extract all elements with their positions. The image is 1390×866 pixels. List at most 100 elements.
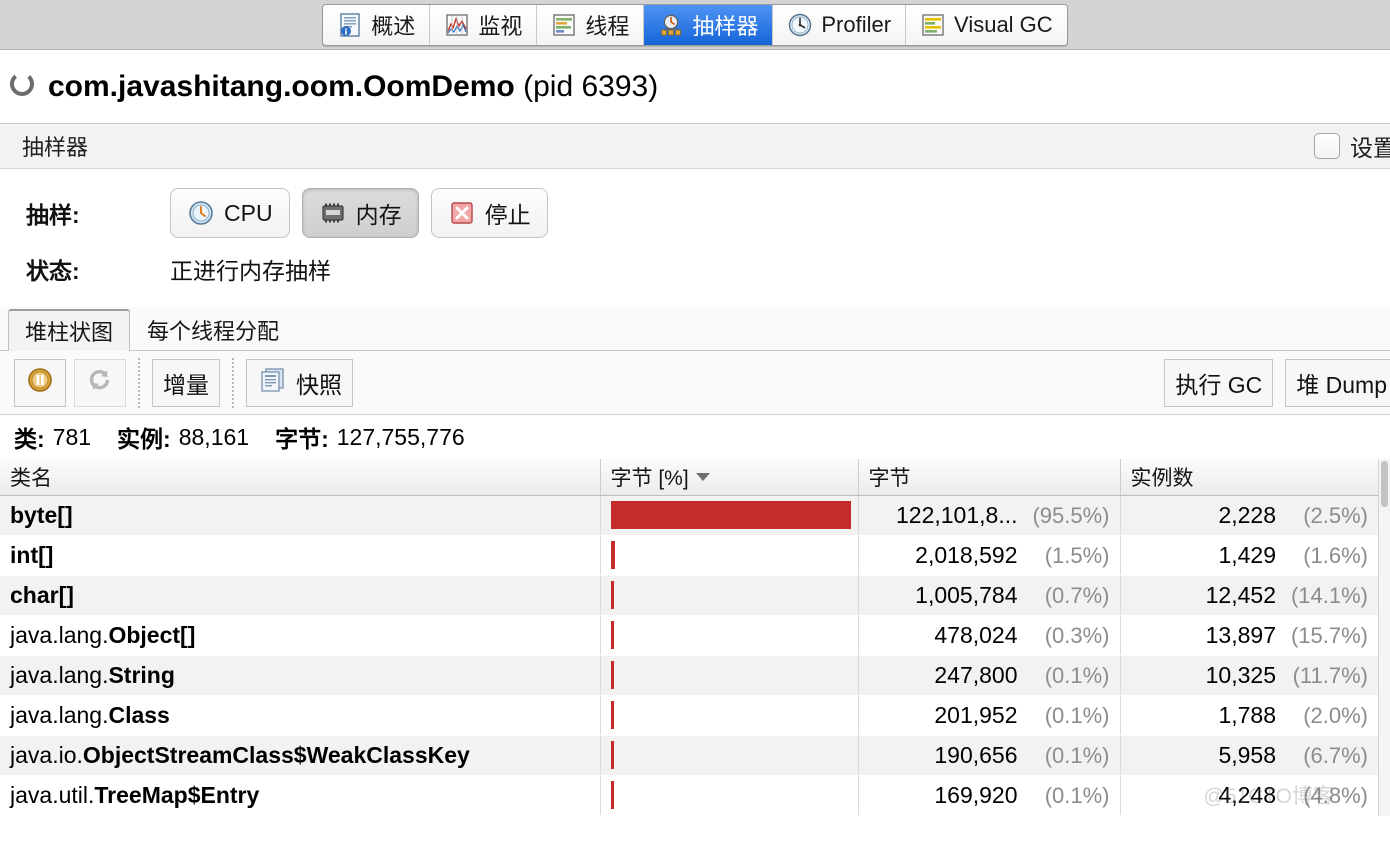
threads-icon bbox=[551, 12, 577, 38]
cell-instances-percent: (15.7%) bbox=[1290, 622, 1368, 648]
cell-instances-percent: (2.0%) bbox=[1303, 702, 1368, 728]
status-row-label: 状态: bbox=[26, 258, 80, 284]
settings-toggle[interactable]: 设置 bbox=[1314, 124, 1390, 168]
percent-bar bbox=[610, 501, 851, 529]
cell-class-name: java.lang.Class bbox=[0, 695, 601, 736]
main-tab-bar: 概述 监视 线程 抽样器 Profiler Visual GC bbox=[0, 0, 1390, 50]
cell-instances-percent: (4.8%) bbox=[1303, 782, 1368, 808]
table-vertical-scrollbar[interactable] bbox=[1378, 459, 1390, 816]
cell-bytes: 190,656 (0.1%) bbox=[858, 735, 1121, 776]
cell-bytes-value: 201,952 bbox=[934, 701, 1018, 728]
percent-bar bbox=[610, 621, 614, 649]
pause-results-button[interactable] bbox=[14, 358, 66, 407]
instances-value: 88,161 bbox=[178, 423, 250, 450]
class-package: java.io. bbox=[10, 741, 83, 768]
cell-bytes: 478,024 (0.3%) bbox=[858, 615, 1121, 656]
clock-icon bbox=[187, 199, 215, 227]
column-label-class-name: 类名 bbox=[10, 466, 52, 490]
subtab-1[interactable]: 每个线程分配 bbox=[130, 308, 296, 350]
cell-bytes: 169,920 (0.1%) bbox=[858, 775, 1121, 816]
cell-instances-percent: (1.6%) bbox=[1303, 542, 1368, 568]
cell-class-name: byte[] bbox=[0, 495, 601, 536]
cell-instances-percent: (14.1%) bbox=[1290, 582, 1368, 608]
heap-dump-button[interactable]: 堆 Dump bbox=[1285, 358, 1390, 407]
cell-bytes-percent: (0.1%) bbox=[1044, 702, 1110, 728]
column-header-bytes-pct[interactable]: 字节 [%] bbox=[600, 459, 859, 496]
subtab-0[interactable]: 堆柱状图 bbox=[8, 309, 131, 351]
class-simple-name: int[] bbox=[10, 541, 54, 568]
table-row[interactable]: java.util.TreeMap$Entry 169,920 (0.1%) 4,24… bbox=[0, 775, 1378, 816]
table-row[interactable]: java.lang.Object[] 478,024 (0.3%) 13,897 (15… bbox=[0, 615, 1378, 656]
snapshot-icon bbox=[257, 366, 287, 400]
tab-label: 概述 bbox=[371, 14, 416, 39]
tab-sampler[interactable]: 抽样器 bbox=[644, 5, 774, 45]
status-value: 正进行内存抽样 bbox=[170, 258, 331, 284]
tab-monitor[interactable]: 监视 bbox=[430, 5, 538, 45]
tab-overview[interactable]: 概述 bbox=[323, 5, 431, 45]
column-header-bytes[interactable]: 字节 bbox=[858, 459, 1121, 496]
table-row[interactable]: char[] 1,005,784 (0.7%) 12,452 (14.1%) bbox=[0, 575, 1378, 616]
cell-instances-value: 12,452 bbox=[1205, 581, 1276, 608]
percent-bar bbox=[610, 741, 614, 769]
perform-gc-button[interactable]: 执行 GC bbox=[1164, 358, 1274, 407]
sample-cpu-button[interactable]: CPU bbox=[170, 188, 290, 238]
instances-key: 实例: bbox=[117, 426, 171, 452]
column-label-instances: 实例数 bbox=[1130, 466, 1194, 490]
percent-bar bbox=[610, 781, 614, 809]
cell-instances-value: 13,897 bbox=[1205, 621, 1276, 648]
delta-button[interactable]: 增量 bbox=[152, 358, 220, 407]
overview-icon bbox=[337, 12, 363, 38]
cell-bytes-percent: (0.1%) bbox=[1044, 742, 1110, 768]
refresh-icon bbox=[86, 366, 114, 400]
cell-bytes-percent: (0.3%) bbox=[1044, 622, 1110, 648]
cell-bytes-value: 169,920 bbox=[934, 781, 1018, 808]
snapshot-button[interactable]: 快照 bbox=[246, 358, 353, 407]
scrollbar-thumb[interactable] bbox=[1381, 461, 1388, 507]
cell-bytes: 1,005,784 (0.7%) bbox=[858, 575, 1121, 616]
application-title-bar: com.javashitang.oom.OomDemo (pid 6393) bbox=[0, 50, 1390, 123]
tab-label: 线程 bbox=[585, 14, 630, 39]
refresh-results-button[interactable] bbox=[74, 358, 126, 407]
class-simple-name: Class bbox=[108, 701, 170, 728]
tab-strip: 概述 监视 线程 抽样器 Profiler Visual GC bbox=[322, 4, 1068, 46]
toolbar-right-group: 执行 GC 堆 Dump bbox=[1164, 351, 1390, 414]
table-row[interactable]: byte[] 122,101,8... (95.5%) 2,228 (2.5%) bbox=[0, 495, 1378, 536]
cell-instances-percent: (6.7%) bbox=[1303, 742, 1368, 768]
table-header-row: 类名 字节 [%] 字节 实例数 bbox=[0, 459, 1378, 496]
tab-label: 监视 bbox=[478, 14, 523, 39]
sample-memory-button[interactable]: 内存 bbox=[301, 188, 419, 238]
column-header-class-name[interactable]: 类名 bbox=[0, 459, 601, 496]
class-simple-name: TreeMap$Entry bbox=[94, 781, 260, 808]
stop-sampling-button[interactable]: 停止 bbox=[430, 188, 548, 238]
cell-bytes-percent-bar bbox=[600, 695, 859, 736]
profiler-icon bbox=[787, 12, 813, 38]
cell-instances: 2,228 (2.5%) bbox=[1120, 495, 1378, 536]
table-row[interactable]: java.lang.String 247,800 (0.1%) 10,325 (11.7… bbox=[0, 655, 1378, 696]
settings-checkbox[interactable] bbox=[1314, 133, 1340, 159]
table-row[interactable]: java.io.ObjectStreamClass$WeakClassKey 19… bbox=[0, 735, 1378, 776]
table-row[interactable]: java.lang.Class 201,952 (0.1%) 1,788 (2.0%) bbox=[0, 695, 1378, 736]
percent-bar bbox=[610, 581, 614, 609]
tab-threads[interactable]: 线程 bbox=[537, 5, 645, 45]
cell-instances-percent: (11.7%) bbox=[1292, 662, 1368, 688]
monitor-icon bbox=[444, 12, 470, 38]
cell-instances: 10,325 (11.7%) bbox=[1120, 655, 1378, 696]
column-header-instances[interactable]: 实例数 bbox=[1120, 459, 1378, 496]
snapshot-label: 快照 bbox=[296, 371, 342, 398]
perform-gc-label: 执行 GC bbox=[1175, 371, 1263, 398]
cell-bytes: 122,101,8... (95.5%) bbox=[858, 495, 1121, 536]
results-sub-tabs: 堆柱状图 每个线程分配 bbox=[0, 307, 1390, 351]
tab-visualgc[interactable]: Visual GC bbox=[906, 5, 1067, 45]
tab-profiler[interactable]: Profiler bbox=[773, 5, 907, 45]
app-pid: (pid 6393) bbox=[523, 69, 659, 103]
cell-instances: 1,429 (1.6%) bbox=[1120, 535, 1378, 576]
table-row[interactable]: int[] 2,018,592 (1.5%) 1,429 (1.6%) bbox=[0, 535, 1378, 576]
heap-histogram-table-wrap: 类名 字节 [%] 字节 实例数 byte[] 122,101,8... (95.5… bbox=[0, 459, 1390, 816]
class-package: java.lang. bbox=[10, 621, 109, 648]
cell-bytes-percent-bar bbox=[600, 535, 859, 576]
class-package: java.lang. bbox=[10, 701, 109, 728]
settings-label: 设置 bbox=[1350, 135, 1390, 161]
percent-bar bbox=[610, 701, 614, 729]
results-toolbar: 增量 快照 执行 GC 堆 Dump bbox=[0, 351, 1390, 415]
cell-bytes: 247,800 (0.1%) bbox=[858, 655, 1121, 696]
